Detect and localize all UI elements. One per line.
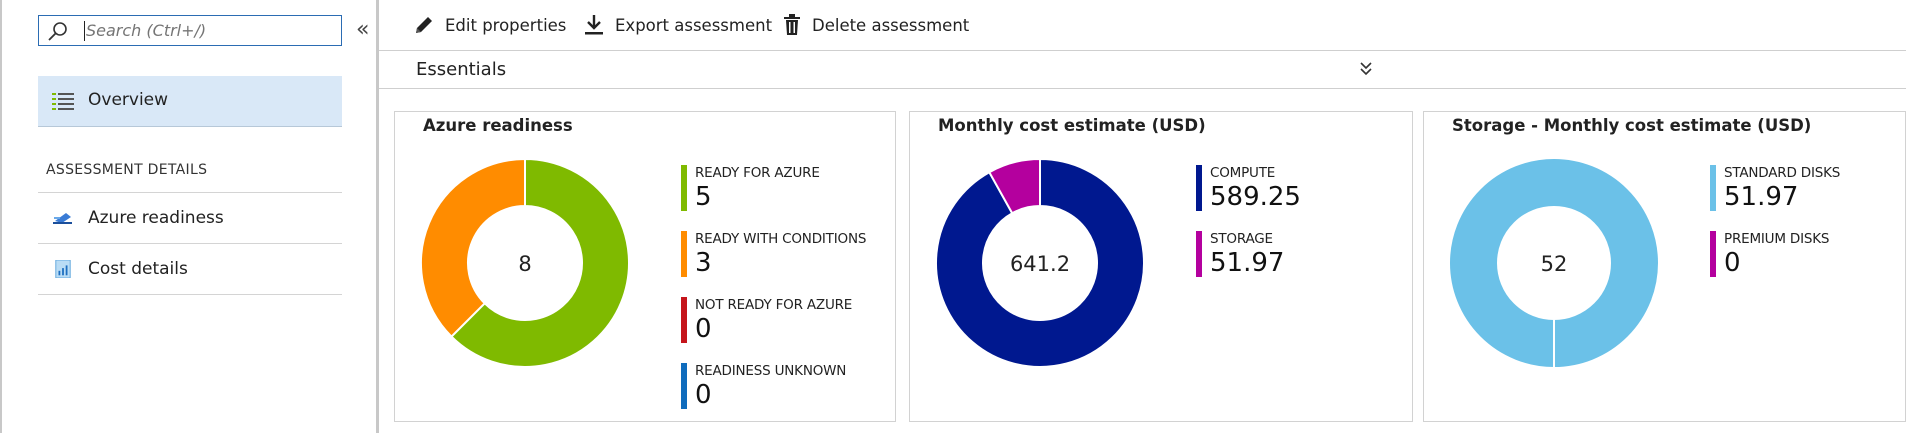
tile-storage-cost[interactable]: Storage - Monthly cost estimate (USD) 52… <box>1423 111 1906 422</box>
tile-azure-readiness[interactable]: Azure readiness 8 READY FOR AZURE 5 READY … <box>394 111 896 422</box>
legend-color-swatch <box>681 297 687 343</box>
legend-item[interactable]: PREMIUM DISKS 0 <box>1710 231 1906 279</box>
search-box[interactable] <box>38 15 342 46</box>
donut-center-total: 8 <box>518 252 531 276</box>
donut-chart: 641.2 <box>935 158 1145 368</box>
legend-value: 51.97 <box>1210 248 1285 278</box>
legend-value: 3 <box>695 248 712 278</box>
pencil-icon <box>416 17 432 33</box>
legend-label: READINESS UNKNOWN <box>695 363 847 379</box>
edit-properties-label: Edit properties <box>445 15 567 35</box>
overview-label: Overview <box>88 90 169 110</box>
legend-item[interactable]: NOT READY FOR AZURE 0 <box>681 297 901 345</box>
donut-chart: 52 <box>1450 159 1658 367</box>
donut-center-total: 52 <box>1541 252 1568 276</box>
cost-details-icon <box>55 260 71 278</box>
sidebar-item-label: Cost details <box>88 259 188 279</box>
section-title: ASSESSMENT DETAILS <box>46 162 208 178</box>
tile-title: Storage - Monthly cost estimate (USD) <box>1452 116 1812 135</box>
legend-color-swatch <box>1196 165 1202 211</box>
tile-title: Azure readiness <box>423 116 573 135</box>
legend-value: 5 <box>695 182 712 212</box>
legend-item[interactable]: COMPUTE 589.25 <box>1196 165 1416 213</box>
edit-properties-button[interactable]: Edit properties <box>413 14 566 36</box>
search-icon <box>48 22 67 41</box>
legend-label: READY WITH CONDITIONS <box>695 231 867 247</box>
sidebar-item-label: Azure readiness <box>88 208 224 228</box>
legend-value: 0 <box>695 380 712 410</box>
legend-label: PREMIUM DISKS <box>1724 231 1830 247</box>
collapse-sidebar-icon[interactable]: « <box>356 17 369 42</box>
legend-color-swatch <box>1196 231 1202 277</box>
trash-icon <box>784 14 800 35</box>
legend-item[interactable]: READY WITH CONDITIONS 3 <box>681 231 901 279</box>
legend-color-swatch <box>1710 165 1716 211</box>
legend-color-swatch <box>681 165 687 211</box>
legend-color-swatch <box>681 231 687 277</box>
essentials-bar[interactable]: Essentials <box>379 52 1906 89</box>
tile-monthly-cost[interactable]: Monthly cost estimate (USD) 641.2 COMPUT… <box>909 111 1413 422</box>
legend-label: STANDARD DISKS <box>1724 165 1841 181</box>
download-icon <box>585 15 603 35</box>
double-chevron-down-icon[interactable] <box>1360 61 1372 80</box>
legend-item[interactable]: STANDARD DISKS 51.97 <box>1710 165 1906 213</box>
azure-readiness-icon <box>53 213 72 224</box>
export-assessment-button[interactable]: Export assessment <box>583 14 772 36</box>
donut-slice[interactable] <box>420 158 526 338</box>
divider <box>38 294 342 295</box>
left-panel: « Overview ASSESSMENT DETAILS Azure read… <box>0 0 376 433</box>
essentials-label: Essentials <box>416 59 507 80</box>
sidebar-item-overview[interactable]: Overview <box>38 76 342 127</box>
delete-assessment-label: Delete assessment <box>812 15 970 35</box>
legend-color-swatch <box>681 363 687 409</box>
legend-label: READY FOR AZURE <box>695 165 820 181</box>
legend-value: 589.25 <box>1210 182 1301 212</box>
sidebar-item-cost-details[interactable]: Cost details <box>38 243 342 294</box>
donut-center-total: 641.2 <box>1010 252 1070 276</box>
legend-item[interactable]: STORAGE 51.97 <box>1196 231 1416 279</box>
delete-assessment-button[interactable]: Delete assessment <box>782 14 969 36</box>
legend-item[interactable]: READINESS UNKNOWN 0 <box>681 363 901 411</box>
donut-chart: 8 <box>420 158 630 368</box>
legend-value: 0 <box>1724 248 1741 278</box>
legend-item[interactable]: READY FOR AZURE 5 <box>681 165 901 213</box>
export-assessment-label: Export assessment <box>615 15 773 35</box>
search-input[interactable] <box>86 19 326 41</box>
legend-color-swatch <box>1710 231 1716 277</box>
legend-label: NOT READY FOR AZURE <box>695 297 853 313</box>
tile-title: Monthly cost estimate (USD) <box>938 116 1206 135</box>
text-caret <box>84 21 85 41</box>
overview-list-icon <box>52 93 74 110</box>
legend-label: COMPUTE <box>1210 165 1276 181</box>
legend-label: STORAGE <box>1210 231 1273 247</box>
sidebar-item-azure-readiness[interactable]: Azure readiness <box>38 192 342 243</box>
command-bar: Edit properties Export assessment Delete… <box>379 0 1906 51</box>
legend-value: 51.97 <box>1724 182 1799 212</box>
legend-value: 0 <box>695 314 712 344</box>
